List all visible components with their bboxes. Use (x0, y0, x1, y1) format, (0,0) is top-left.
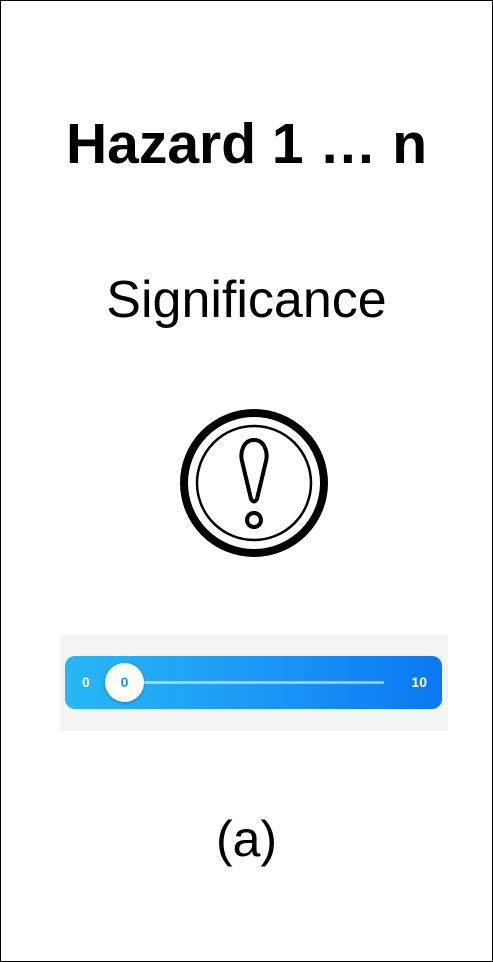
slider-min-label: 0 (82, 674, 90, 690)
slider-max-label: 10 (411, 674, 427, 690)
figure-caption: (a) (215, 811, 278, 867)
slider-thumb[interactable]: 0 (105, 663, 144, 702)
significance-slider[interactable]: 0 0 10 (65, 656, 442, 709)
page-title: Hazard 1 … n (65, 112, 428, 176)
slider-track[interactable] (125, 681, 384, 684)
significance-slider-panel: 0 0 10 (60, 634, 448, 731)
page-subtitle: Significance (106, 271, 387, 329)
screen-frame: Hazard 1 … n Significance 0 0 10 (a) (0, 0, 493, 962)
exclamation-circle-icon (180, 409, 328, 557)
